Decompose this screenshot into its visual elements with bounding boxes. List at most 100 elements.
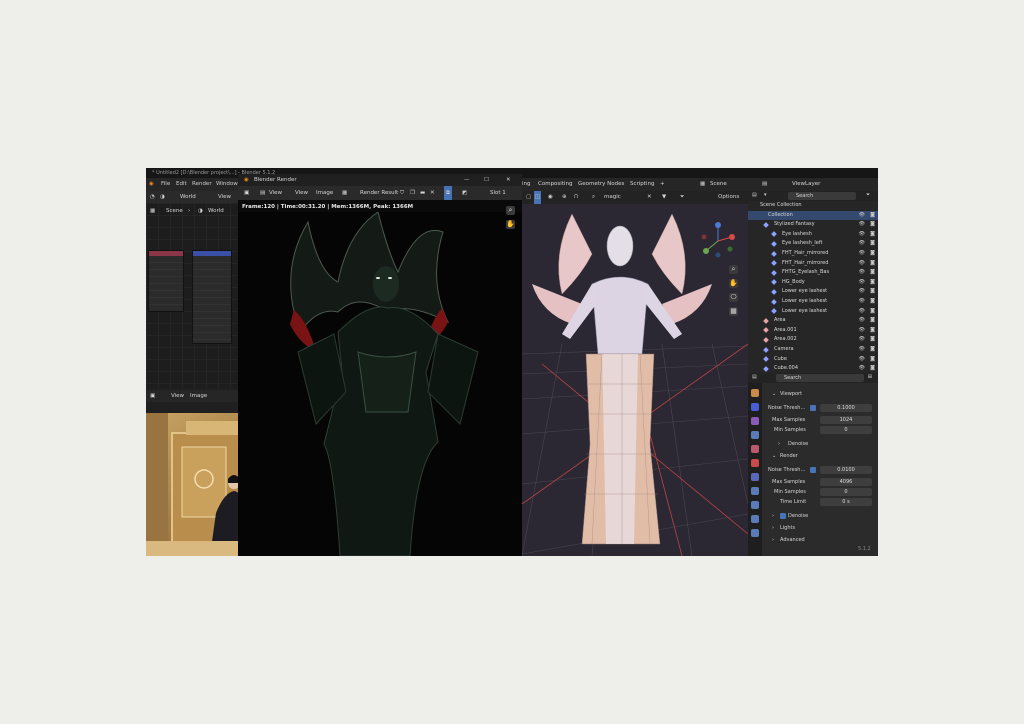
outliner-item[interactable]: Eye lashesh 👁 ◙ bbox=[748, 230, 878, 240]
add-workspace-button[interactable]: + bbox=[660, 178, 665, 191]
collection-tab-icon[interactable] bbox=[751, 473, 759, 481]
node-view-menu[interactable]: View bbox=[218, 191, 231, 203]
render-icon[interactable]: ◙ bbox=[870, 345, 875, 355]
visibility-icon[interactable]: 👁 bbox=[859, 211, 865, 221]
modifier-tab-icon[interactable] bbox=[751, 501, 759, 509]
visibility-icon[interactable]: 👁 bbox=[859, 230, 865, 240]
visibility-icon[interactable]: 👁 bbox=[859, 268, 865, 278]
render-view-menu[interactable]: View bbox=[295, 186, 308, 200]
zoom-icon[interactable]: ⌕ bbox=[729, 265, 738, 274]
render-icon[interactable]: ◙ bbox=[870, 239, 875, 249]
camera-view-icon[interactable]: ⎔ bbox=[729, 293, 738, 302]
render-icon[interactable]: ◙ bbox=[870, 268, 875, 278]
outliner-item[interactable]: FHT_Hair_mirrored 👁 ◙ bbox=[748, 259, 878, 269]
outliner-display-icon[interactable]: ▾ bbox=[764, 191, 767, 201]
output-tab-icon[interactable] bbox=[751, 417, 759, 425]
close-button[interactable]: ✕ bbox=[506, 174, 511, 186]
viewport-options-button[interactable]: Options bbox=[718, 191, 739, 204]
shield-icon[interactable]: ⛉ bbox=[400, 186, 404, 200]
denoise-checkbox-icon[interactable] bbox=[780, 512, 786, 519]
maximize-button[interactable]: ☐ bbox=[484, 174, 489, 186]
outliner-item[interactable]: FHT_Hair_mirrored 👁 ◙ bbox=[748, 249, 878, 259]
viewport-max-samples-field[interactable]: 1024 bbox=[820, 416, 872, 424]
visibility-icon[interactable]: 👁 bbox=[859, 297, 865, 307]
visibility-icon[interactable]: 👁 bbox=[859, 335, 865, 345]
bookmark-icon[interactable]: ▼ bbox=[662, 191, 666, 204]
render-noise-field[interactable]: 0.0100 bbox=[820, 466, 872, 474]
advanced-subpanel[interactable]: › Advanced bbox=[762, 535, 878, 545]
3d-viewport[interactable]: ▢ ◫ ◉ ⊕ ⊓ ⌕ magic ✕ ▼ ⏷ Options ⌕ ✋ ⎔ ▦ bbox=[522, 191, 748, 556]
node-world-label[interactable]: World bbox=[180, 191, 196, 203]
render-icon[interactable]: ◙ bbox=[870, 297, 875, 307]
tool-tab-icon[interactable] bbox=[751, 389, 759, 397]
outliner-filter-icon[interactable]: ⏷ bbox=[866, 191, 870, 201]
world-output-node[interactable] bbox=[192, 250, 232, 344]
scene-name[interactable]: Scene bbox=[710, 178, 727, 191]
view-layer-tab-icon[interactable] bbox=[751, 431, 759, 439]
render-view-icon[interactable]: ▤ bbox=[260, 186, 265, 200]
render-pan-icon[interactable]: ✋ bbox=[506, 220, 515, 229]
outliner-item[interactable]: Area 👁 ◙ bbox=[748, 316, 878, 326]
blender-logo-icon[interactable]: ◉ bbox=[149, 178, 154, 191]
constraints-tab-icon[interactable] bbox=[751, 529, 759, 537]
magnet-icon[interactable]: ⊓ bbox=[574, 191, 578, 204]
render-icon[interactable]: ◙ bbox=[870, 220, 875, 230]
minimize-button[interactable]: — bbox=[464, 174, 470, 186]
copy-icon[interactable]: ❐ bbox=[410, 186, 415, 200]
visibility-icon[interactable]: 👁 bbox=[859, 220, 865, 230]
world-tab-icon[interactable] bbox=[751, 459, 759, 467]
lights-subpanel[interactable]: › Lights bbox=[762, 523, 878, 533]
outliner-type-icon[interactable]: ▤ bbox=[752, 191, 757, 201]
scene-tab-icon[interactable] bbox=[751, 445, 759, 453]
viewport-denoise-subpanel[interactable]: › Denoise bbox=[762, 439, 878, 449]
properties-search[interactable]: Search bbox=[776, 374, 864, 382]
visibility-icon[interactable]: 👁 bbox=[859, 307, 865, 317]
navigation-gizmo[interactable] bbox=[698, 221, 738, 261]
render-icon[interactable]: ◙ bbox=[870, 259, 875, 269]
outliner-item[interactable]: Cube 👁 ◙ bbox=[748, 355, 878, 365]
tab-compositing[interactable]: Compositing bbox=[538, 178, 572, 191]
visibility-icon[interactable]: 👁 bbox=[859, 345, 865, 355]
outliner-item[interactable]: Lower eye lashest 👁 ◙ bbox=[748, 287, 878, 297]
hand-pan-icon[interactable]: ✋ bbox=[729, 279, 738, 288]
menu-file[interactable]: File bbox=[161, 178, 170, 191]
render-icon[interactable]: ◙ bbox=[870, 307, 875, 317]
viewport-search-field[interactable]: magic bbox=[604, 191, 621, 204]
render-icon[interactable]: ◙ bbox=[870, 211, 875, 221]
render-icon[interactable]: ◙ bbox=[870, 355, 875, 365]
close-image-icon[interactable]: ✕ bbox=[430, 186, 435, 200]
shader-node-editor[interactable]: ◔ ◑ World View ▦ Scene › ◑ World bbox=[146, 191, 238, 388]
image-editor-type-icon[interactable]: ▣ bbox=[150, 390, 155, 402]
texture-node[interactable] bbox=[148, 250, 184, 312]
render-icon[interactable]: ◙ bbox=[870, 230, 875, 240]
render-zoom-icon[interactable]: ⌕ bbox=[506, 206, 515, 215]
tab-scripting[interactable]: Scripting bbox=[630, 178, 654, 191]
checkbox-icon[interactable] bbox=[810, 466, 816, 473]
outliner-item[interactable]: Area.001 👁 ◙ bbox=[748, 326, 878, 336]
visibility-icon[interactable]: 👁 bbox=[859, 249, 865, 259]
outliner-item[interactable]: Area.002 👁 ◙ bbox=[748, 335, 878, 345]
view-layer-name[interactable]: ViewLayer bbox=[792, 178, 820, 191]
visibility-icon[interactable]: 👁 bbox=[859, 239, 865, 249]
object-tab-icon[interactable] bbox=[751, 487, 759, 495]
visibility-icon[interactable]: 👁 bbox=[859, 355, 865, 365]
menu-render[interactable]: Render bbox=[192, 178, 212, 191]
pivot-icon[interactable]: ⊕ bbox=[562, 191, 567, 204]
tab-geometry-nodes[interactable]: Geometry Nodes bbox=[578, 178, 624, 191]
visibility-icon[interactable]: 👁 bbox=[859, 278, 865, 288]
menu-edit[interactable]: Edit bbox=[176, 178, 187, 191]
properties-pin-icon[interactable]: ⊞ bbox=[868, 374, 872, 380]
image-image-menu[interactable]: Image bbox=[190, 390, 207, 402]
render-editor-type-icon[interactable]: ▣ bbox=[244, 186, 249, 200]
tab-shading[interactable]: ing bbox=[522, 178, 531, 191]
outliner-item[interactable]: Lower eye lashest 👁 ◙ bbox=[748, 307, 878, 317]
physics-tab-icon[interactable] bbox=[751, 515, 759, 523]
properties-type-icon[interactable]: ▤ bbox=[752, 374, 757, 380]
render-tab-icon[interactable] bbox=[751, 403, 759, 411]
mode-icon[interactable]: ◉ bbox=[548, 191, 553, 204]
render-result-selector[interactable]: Render Result bbox=[360, 186, 398, 200]
render-icon[interactable]: ◙ bbox=[870, 326, 875, 336]
visibility-icon[interactable]: 👁 bbox=[859, 316, 865, 326]
editor-type-icon[interactable]: ◔ bbox=[150, 191, 155, 203]
folder-icon[interactable]: ▬ bbox=[420, 186, 425, 200]
